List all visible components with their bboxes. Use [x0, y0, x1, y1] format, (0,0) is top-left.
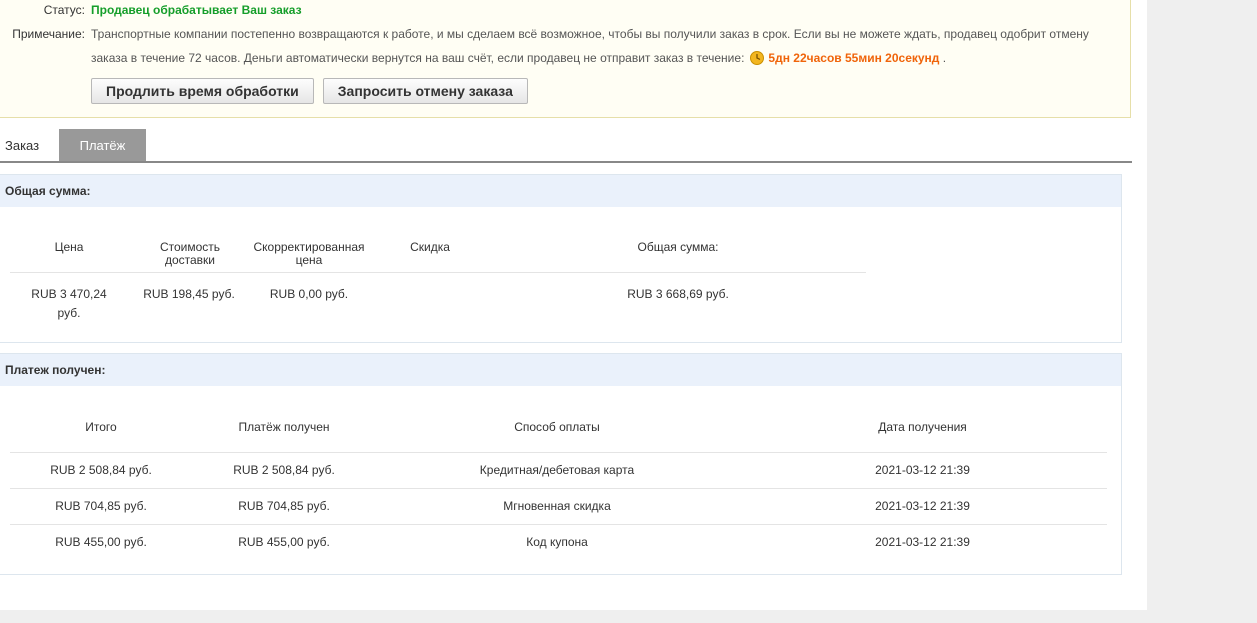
total-amount-panel: Общая сумма: Цена Стоимость доставки Ско…: [0, 174, 1122, 343]
note-line-1: Транспортные компании постепенно возвращ…: [91, 27, 1089, 41]
row-date: 2021-03-12 21:39: [875, 463, 970, 477]
countdown-timer: 5дн 22часов 55мин 20секунд: [768, 51, 940, 65]
tab-order[interactable]: Заказ: [0, 129, 58, 161]
total-table: Цена Стоимость доставки Скорректированна…: [10, 175, 866, 344]
extend-processing-time-button[interactable]: Продлить время обработки: [91, 78, 314, 104]
row-date: 2021-03-12 21:39: [875, 535, 970, 549]
request-cancellation-button[interactable]: Запросить отмену заказа: [322, 78, 528, 104]
value-adjusted-price: RUB 0,00 руб.: [269, 287, 349, 301]
row-method: Кредитная/дебетовая карта: [479, 463, 635, 477]
header-amount: Итого: [85, 420, 117, 434]
payment-received-panel: Платеж получен: Итого Платёж получен Спо…: [0, 353, 1122, 575]
tab-payment[interactable]: Платёж: [59, 129, 146, 161]
row-method: Мгновенная скидка: [503, 499, 611, 513]
value-shipping: RUB 198,45 руб.: [143, 287, 235, 301]
header-adjusted-price: Скорректированная цена: [253, 240, 365, 267]
row-received: RUB 2 508,84 руб.: [233, 463, 335, 477]
value-total: RUB 3 668,69 руб.: [627, 287, 729, 301]
header-discount: Скидка: [410, 240, 450, 254]
row-amount: RUB 2 508,84 руб.: [50, 463, 152, 477]
note-line-2-text: заказа в течение 72 часов. Деньги автома…: [91, 51, 745, 65]
header-method: Способ оплаты: [514, 420, 600, 434]
row-divider: [10, 488, 1107, 489]
order-page: Статус: Продавец обрабатывает Ваш заказ …: [0, 0, 1147, 610]
note-line-2: заказа в течение 72 часов. Деньги автома…: [91, 46, 1111, 70]
order-status-notice: Статус: Продавец обрабатывает Ваш заказ …: [0, 0, 1131, 118]
timer-suffix: .: [942, 51, 947, 65]
header-divider: [10, 272, 866, 273]
row-date: 2021-03-12 21:39: [875, 499, 970, 513]
status-value: Продавец обрабатывает Ваш заказ: [91, 3, 302, 17]
row-amount: RUB 704,85 руб.: [55, 499, 147, 513]
header-shipping: Стоимость доставки: [159, 240, 221, 267]
notice-buttons: Продлить время обработки Запросить отмену…: [91, 78, 537, 104]
order-tabs: Заказ Платёж: [0, 129, 1132, 163]
value-price: RUB 3 470,24 руб.: [31, 287, 107, 320]
note-row: Примечание: Транспортные компании постеп…: [0, 22, 1119, 70]
header-total: Общая сумма:: [637, 240, 719, 254]
row-divider: [10, 524, 1107, 525]
row-received: RUB 455,00 руб.: [238, 535, 330, 549]
note-text: Транспортные компании постепенно возвращ…: [91, 22, 1111, 70]
row-method: Код купона: [526, 535, 588, 549]
status-label: Статус:: [43, 3, 85, 17]
row-amount: RUB 455,00 руб.: [55, 535, 147, 549]
header-price: Цена: [54, 240, 84, 254]
header-date: Дата получения: [878, 420, 967, 434]
header-received: Платёж получен: [238, 420, 330, 434]
note-label: Примечание:: [12, 27, 85, 41]
payment-table: Итого Платёж получен Способ оплаты Дата …: [10, 354, 1107, 576]
clock-icon: [750, 51, 765, 65]
header-divider: [10, 452, 1107, 453]
status-row: Статус: Продавец обрабатывает Ваш заказ: [0, 0, 1119, 22]
row-received: RUB 704,85 руб.: [238, 499, 330, 513]
